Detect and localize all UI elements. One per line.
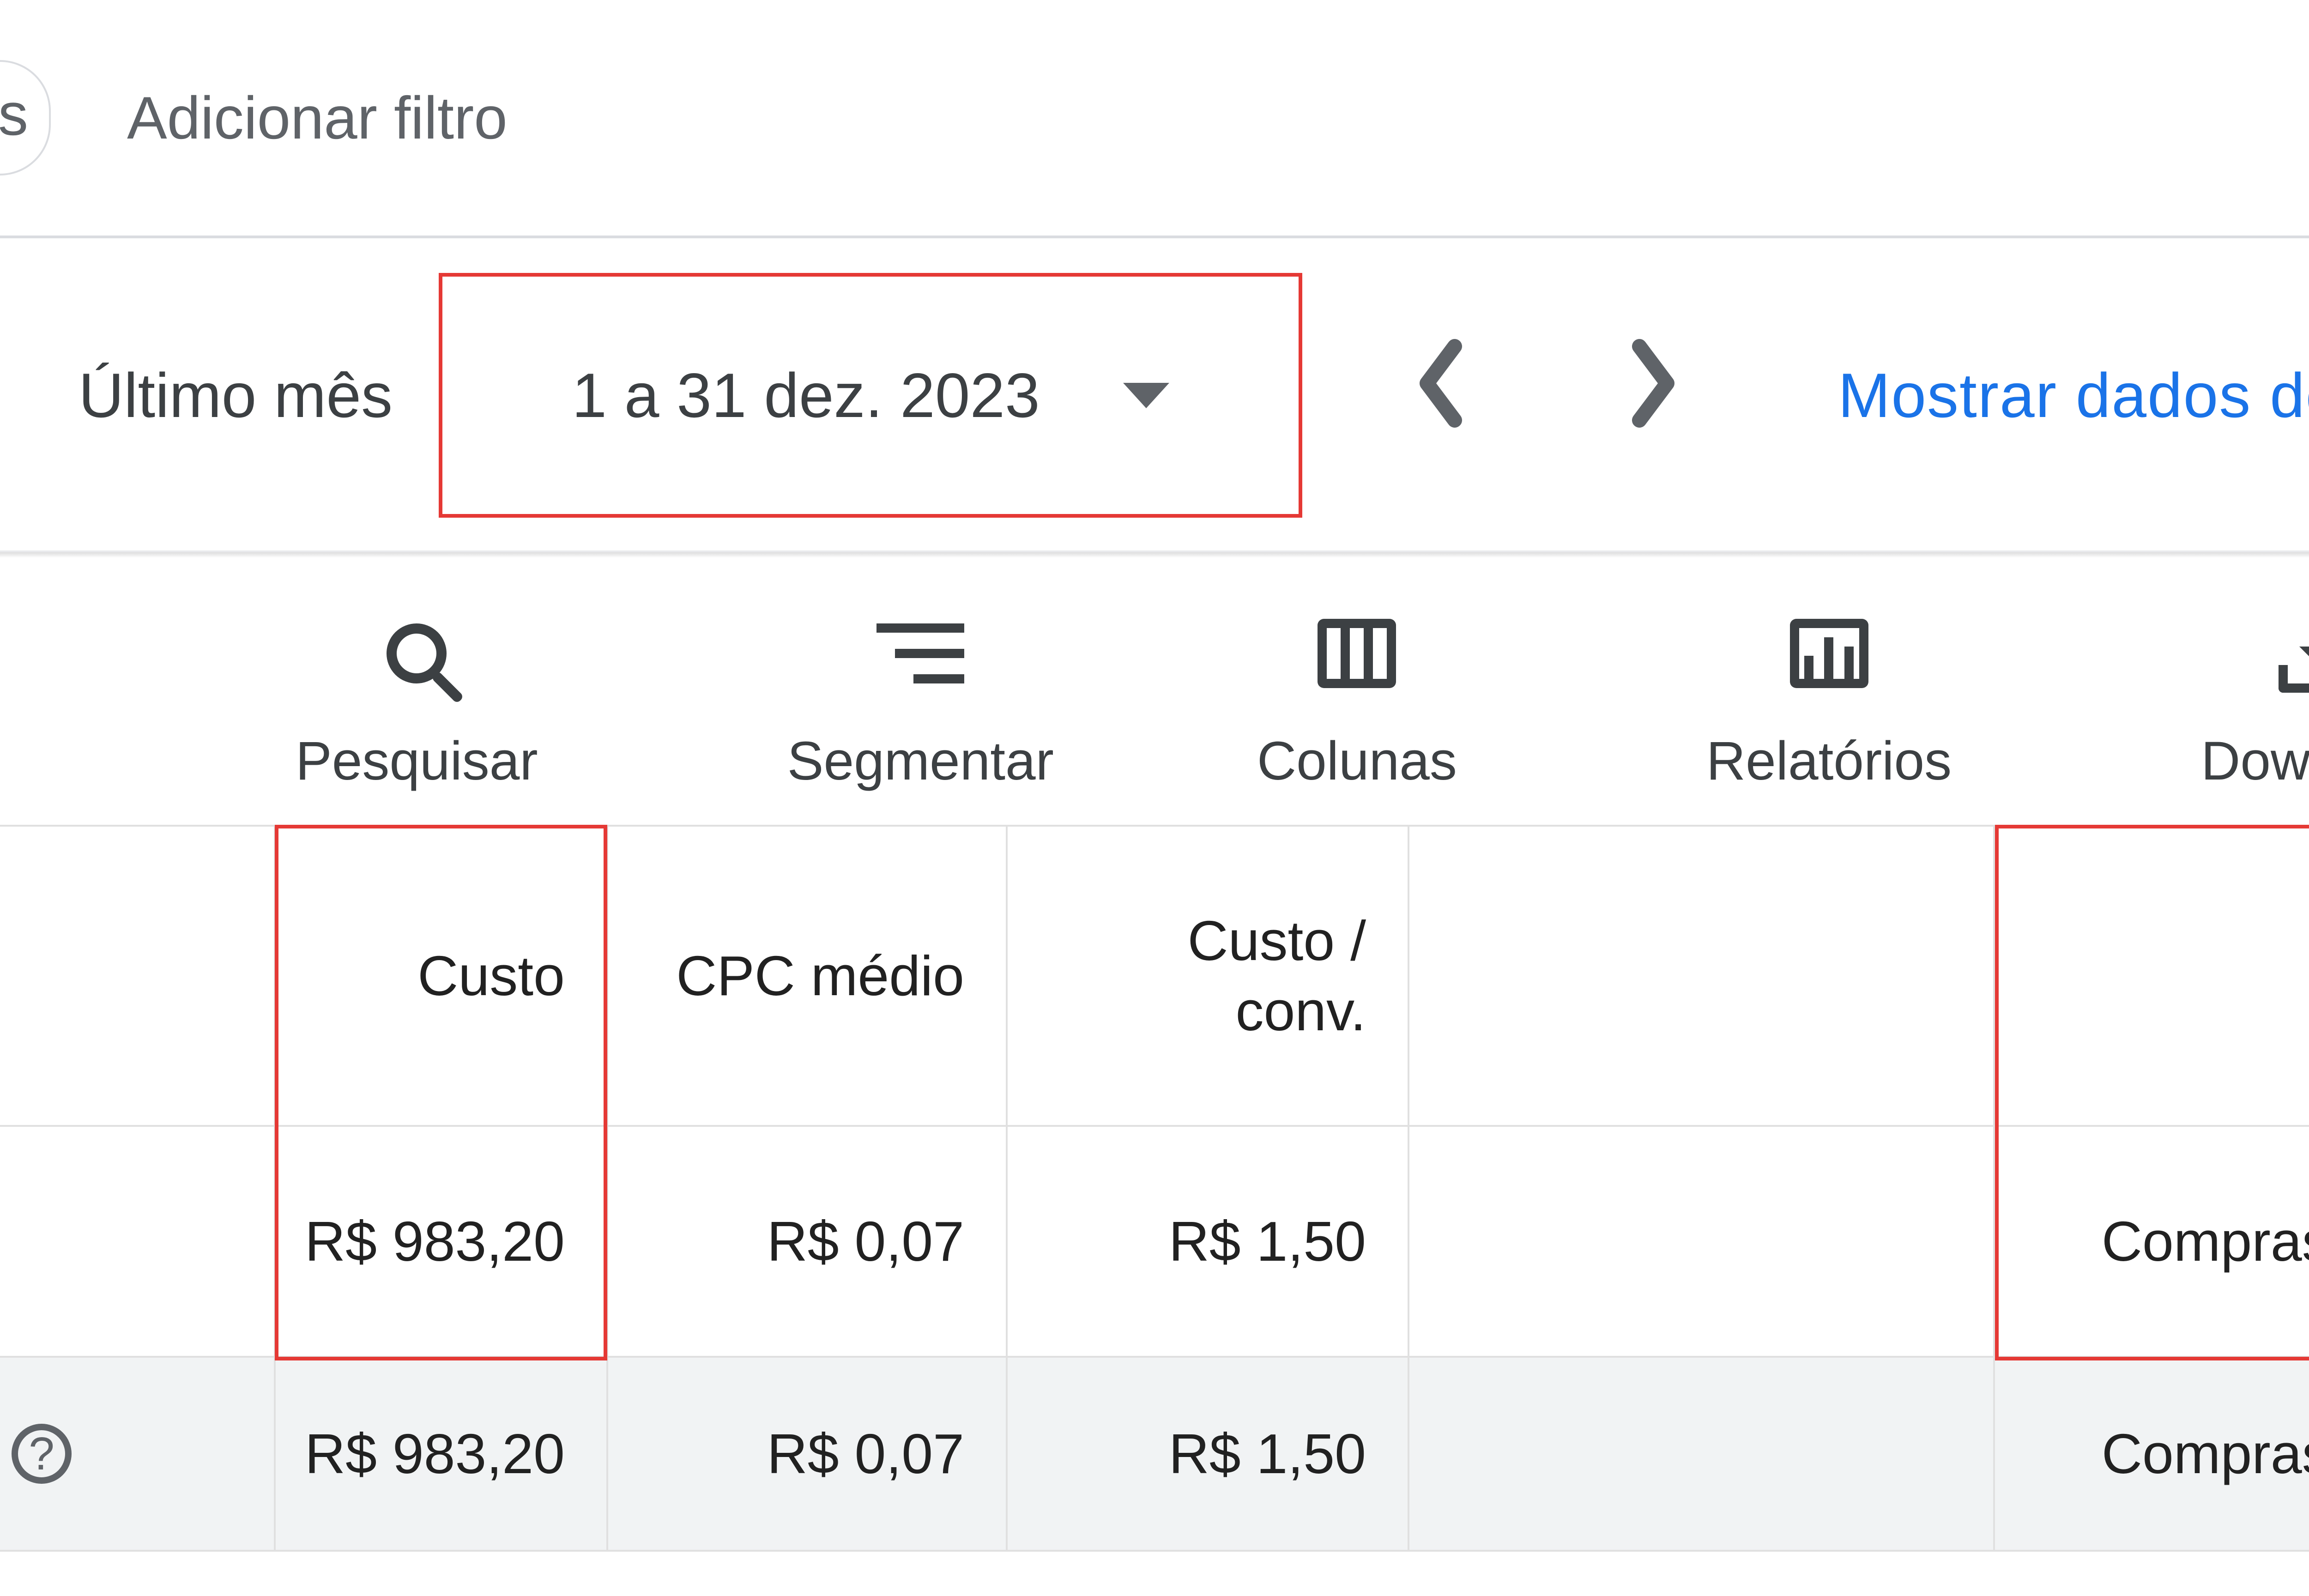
search-icon <box>387 623 447 683</box>
top-filter-bar: s Adicionar filtro Salvar <box>0 0 2309 236</box>
chevron-down-icon <box>1123 383 1169 408</box>
reports-label: Relatórios <box>1706 730 1952 792</box>
table-cell-blank-2 <box>1408 1357 1994 1551</box>
download-button[interactable]: Download <box>2201 614 2309 792</box>
segment-icon <box>876 623 964 683</box>
table-row[interactable]: R$ 983,20 R$ 0,07 R$ 1,50 Compras (Site:… <box>0 1126 2309 1357</box>
table-header-row: Custo CPC médio Custo / conv. Resultados… <box>0 826 2309 1126</box>
segment-button[interactable]: Segmentar <box>787 614 1054 792</box>
download-label: Download <box>2201 730 2309 792</box>
search-button[interactable]: Pesquisar <box>296 614 538 792</box>
table-cell-blank-2 <box>1408 1126 1994 1357</box>
date-range-row: Último mês 1 a 31 dez. 2023 Mostrar dado… <box>0 238 2309 552</box>
show-last-30-days-link[interactable]: Mostrar dados dos últimos 30 dias <box>1838 359 2309 431</box>
table-header-blank-2 <box>1408 826 1994 1126</box>
date-range-value: 1 a 31 dez. 2023 <box>572 359 1040 431</box>
table-cell-custo: R$ 983,20 <box>275 1126 607 1357</box>
table-header-cpc-medio[interactable]: CPC médio <box>607 826 1007 1126</box>
date-range-preset-label: Último mês <box>79 359 393 431</box>
metrics-table: Custo CPC médio Custo / conv. Resultados… <box>0 825 2309 1552</box>
table-total-custo: R$ 983,20 <box>275 1357 607 1551</box>
segment-label: Segmentar <box>787 730 1054 792</box>
columns-icon <box>1318 619 1396 688</box>
date-next-button[interactable] <box>1626 337 1681 444</box>
columns-button[interactable]: Colunas <box>1257 614 1457 792</box>
help-icon[interactable]: ? <box>12 1424 72 1484</box>
table-toolbar: Pesquisar Segmentar Colunas Relatórios D… <box>0 552 2309 825</box>
table-header-custo-conv-l1: Custo / <box>1188 909 1366 972</box>
table-cell-custo-conv: R$ 1,50 <box>1007 1126 1408 1357</box>
table-total-custo-conv: R$ 1,50 <box>1007 1357 1408 1551</box>
columns-label: Colunas <box>1257 730 1457 792</box>
table-cell-help: ? <box>0 1357 275 1551</box>
date-prev-button[interactable] <box>1413 337 1469 444</box>
search-label: Pesquisar <box>296 730 538 792</box>
filter-chip-partial[interactable]: s <box>0 60 51 175</box>
date-range-picker[interactable]: 1 a 31 dez. 2023 <box>439 273 1302 518</box>
table-cell-cpc: R$ 0,07 <box>607 1126 1007 1357</box>
table-totals-row: ? R$ 983,20 R$ 0,07 R$ 1,50 Compras (Sit… <box>0 1357 2309 1551</box>
table-total-resultados: Compras (Site:): 654,81 <box>1994 1357 2309 1551</box>
table-header-resultados[interactable]: Resultados <box>1994 826 2309 1126</box>
add-filter-button[interactable]: Adicionar filtro <box>127 83 508 152</box>
table-header-blank <box>0 826 275 1126</box>
table-header-custo[interactable]: Custo <box>275 826 607 1126</box>
table-total-cpc: R$ 0,07 <box>607 1357 1007 1551</box>
download-icon <box>2279 614 2309 693</box>
table: Custo CPC médio Custo / conv. Resultados… <box>0 825 2309 1552</box>
reports-button[interactable]: Relatórios <box>1706 614 1952 792</box>
table-header-custo-conv[interactable]: Custo / conv. <box>1007 826 1408 1126</box>
filter-chip-partial-text: s <box>0 79 28 149</box>
reports-icon <box>1790 619 1868 688</box>
table-cell-blank <box>0 1126 275 1357</box>
table-header-custo-conv-l2: conv. <box>1235 979 1366 1042</box>
table-cell-resultados: Compras (Site:): 654,81 <box>1994 1126 2309 1357</box>
